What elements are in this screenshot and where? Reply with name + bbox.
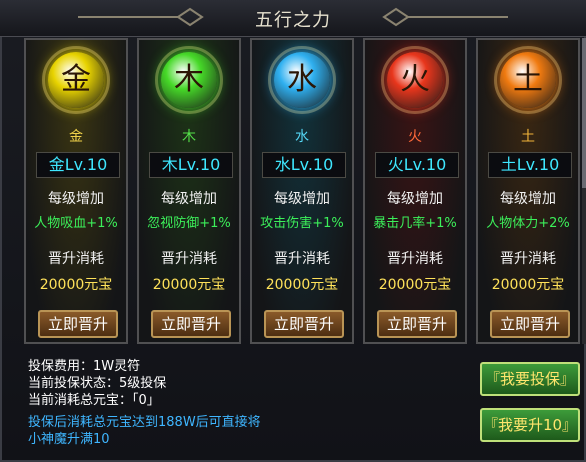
element-name: 土 [521,129,535,145]
cost-label: 晋升消耗 [274,251,330,267]
element-name: 水 [295,129,309,145]
insure-button[interactable]: 『我要投保』 [480,362,580,396]
notice-line-1: 投保后消耗总元宝达到188W后可直接将 [28,415,261,430]
element-panel-metal: 金 金 金Lv.10 每级增加 人物吸血+1% 晋升消耗 20000元宝 立即晋… [24,38,128,344]
upgrade-to-10-button[interactable]: 『我要升10』 [480,408,580,442]
per-level-label: 每级增加 [387,191,443,207]
per-level-label: 每级增加 [161,191,217,207]
bonus-text: 人物体力+2% [486,216,570,231]
element-panel-earth: 土 土 土Lv.10 每级增加 人物体力+2% 晋升消耗 20000元宝 立即晋… [476,38,580,344]
element-panel-water: 水 水 水Lv.10 每级增加 攻击伤害+1% 晋升消耗 20000元宝 立即晋… [250,38,354,344]
cost-value: 20000元宝 [265,277,339,293]
cost-label: 晋升消耗 [48,251,104,267]
insure-fee-text: 投保费用：1W灵符 [28,359,141,374]
bonus-text: 攻击伤害+1% [260,216,344,231]
element-panel-fire: 火 火 火Lv.10 每级增加 暴击几率+1% 晋升消耗 20000元宝 立即晋… [363,38,467,344]
upgrade-button-metal[interactable]: 立即晋升 [38,310,118,338]
level-label: 木Lv.10 [149,152,233,178]
orb-character: 火 [400,62,430,97]
cost-label: 晋升消耗 [500,251,556,267]
orb-character: 木 [174,62,204,97]
insure-status-text: 当前投保状态：5级投保 [28,376,167,391]
level-label: 火Lv.10 [375,152,459,178]
bonus-text: 人物吸血+1% [34,216,118,231]
upgrade-button-earth[interactable]: 立即晋升 [490,310,570,338]
level-label: 土Lv.10 [488,152,572,178]
total-spent-text: 当前消耗总元宝：「0」 [28,393,160,408]
scrollbar-thumb[interactable] [582,38,586,188]
orb-character: 水 [287,62,317,97]
upgrade-button-water[interactable]: 立即晋升 [264,310,344,338]
title-right-ornament [382,7,508,27]
bonus-text: 暴击几率+1% [373,216,457,231]
bonus-text: 忽视防御+1% [147,216,231,231]
orb-character: 土 [513,62,543,97]
cost-value: 20000元宝 [378,277,452,293]
orb-character: 金 [61,62,91,97]
cost-value: 20000元宝 [491,277,565,293]
per-level-label: 每级增加 [48,191,104,207]
cost-value: 20000元宝 [39,277,113,293]
element-panel-wood: 木 木 木Lv.10 每级增加 忽视防御+1% 晋升消耗 20000元宝 立即晋… [137,38,241,344]
element-name: 金 [69,129,83,145]
title-bar: 五行之力 [0,0,586,37]
upgrade-button-wood[interactable]: 立即晋升 [151,310,231,338]
cost-label: 晋升消耗 [161,251,217,267]
level-label: 金Lv.10 [36,152,120,178]
per-level-label: 每级增加 [274,191,330,207]
notice-line-2: 小神魔升满10 [28,432,110,447]
element-name: 木 [182,129,196,145]
upgrade-button-fire[interactable]: 立即晋升 [377,310,457,338]
level-label: 水Lv.10 [262,152,346,178]
cost-value: 20000元宝 [152,277,226,293]
element-name: 火 [408,129,422,145]
per-level-label: 每级增加 [500,191,556,207]
cost-label: 晋升消耗 [387,251,443,267]
